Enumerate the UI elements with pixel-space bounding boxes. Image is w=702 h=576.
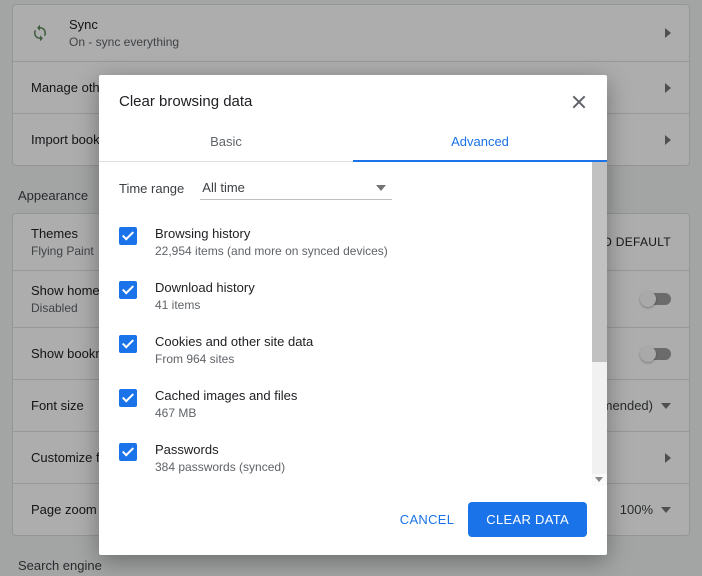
tab-advanced[interactable]: Advanced [353, 124, 607, 161]
option-title: Browsing history [155, 226, 388, 241]
option-title: Download history [155, 280, 255, 295]
option-subtitle: 467 MB [155, 406, 297, 420]
option-title: Passwords [155, 442, 285, 457]
option-title: Cookies and other site data [155, 334, 313, 349]
time-range-value: All time [202, 180, 245, 195]
checkbox-checked-icon[interactable] [119, 227, 137, 245]
checkbox-checked-icon[interactable] [119, 281, 137, 299]
tab-basic[interactable]: Basic [99, 124, 353, 161]
scrollbar-thumb[interactable] [592, 162, 607, 362]
option-browsing-history[interactable]: Browsing history 22,954 items (and more … [119, 216, 597, 270]
option-cookies[interactable]: Cookies and other site data From 964 sit… [119, 324, 597, 378]
time-range-select[interactable]: All time [200, 176, 392, 200]
chevron-down-icon [376, 185, 386, 191]
checkbox-checked-icon[interactable] [119, 335, 137, 353]
dialog-tabs: Basic Advanced [99, 124, 607, 162]
checkbox-checked-icon[interactable] [119, 443, 137, 461]
option-download-history[interactable]: Download history 41 items [119, 270, 597, 324]
scrollbar-down-button[interactable] [592, 474, 607, 486]
option-cached-files[interactable]: Cached images and files 467 MB [119, 378, 597, 432]
clear-browsing-data-dialog: Clear browsing data Basic Advanced Time … [99, 75, 607, 555]
option-passwords[interactable]: Passwords 384 passwords (synced) [119, 432, 597, 486]
cancel-button[interactable]: CANCEL [400, 512, 455, 527]
option-subtitle: From 964 sites [155, 352, 313, 366]
dialog-body: Time range All time Browsing history 22,… [99, 162, 607, 486]
option-subtitle: 41 items [155, 298, 255, 312]
checkbox-checked-icon[interactable] [119, 389, 137, 407]
clear-data-button[interactable]: CLEAR DATA [468, 502, 587, 537]
close-icon[interactable] [571, 94, 587, 110]
dialog-title: Clear browsing data [119, 93, 571, 110]
time-range-label: Time range [119, 181, 184, 196]
option-subtitle: 22,954 items (and more on synced devices… [155, 244, 388, 258]
option-subtitle: 384 passwords (synced) [155, 460, 285, 474]
option-title: Cached images and files [155, 388, 297, 403]
